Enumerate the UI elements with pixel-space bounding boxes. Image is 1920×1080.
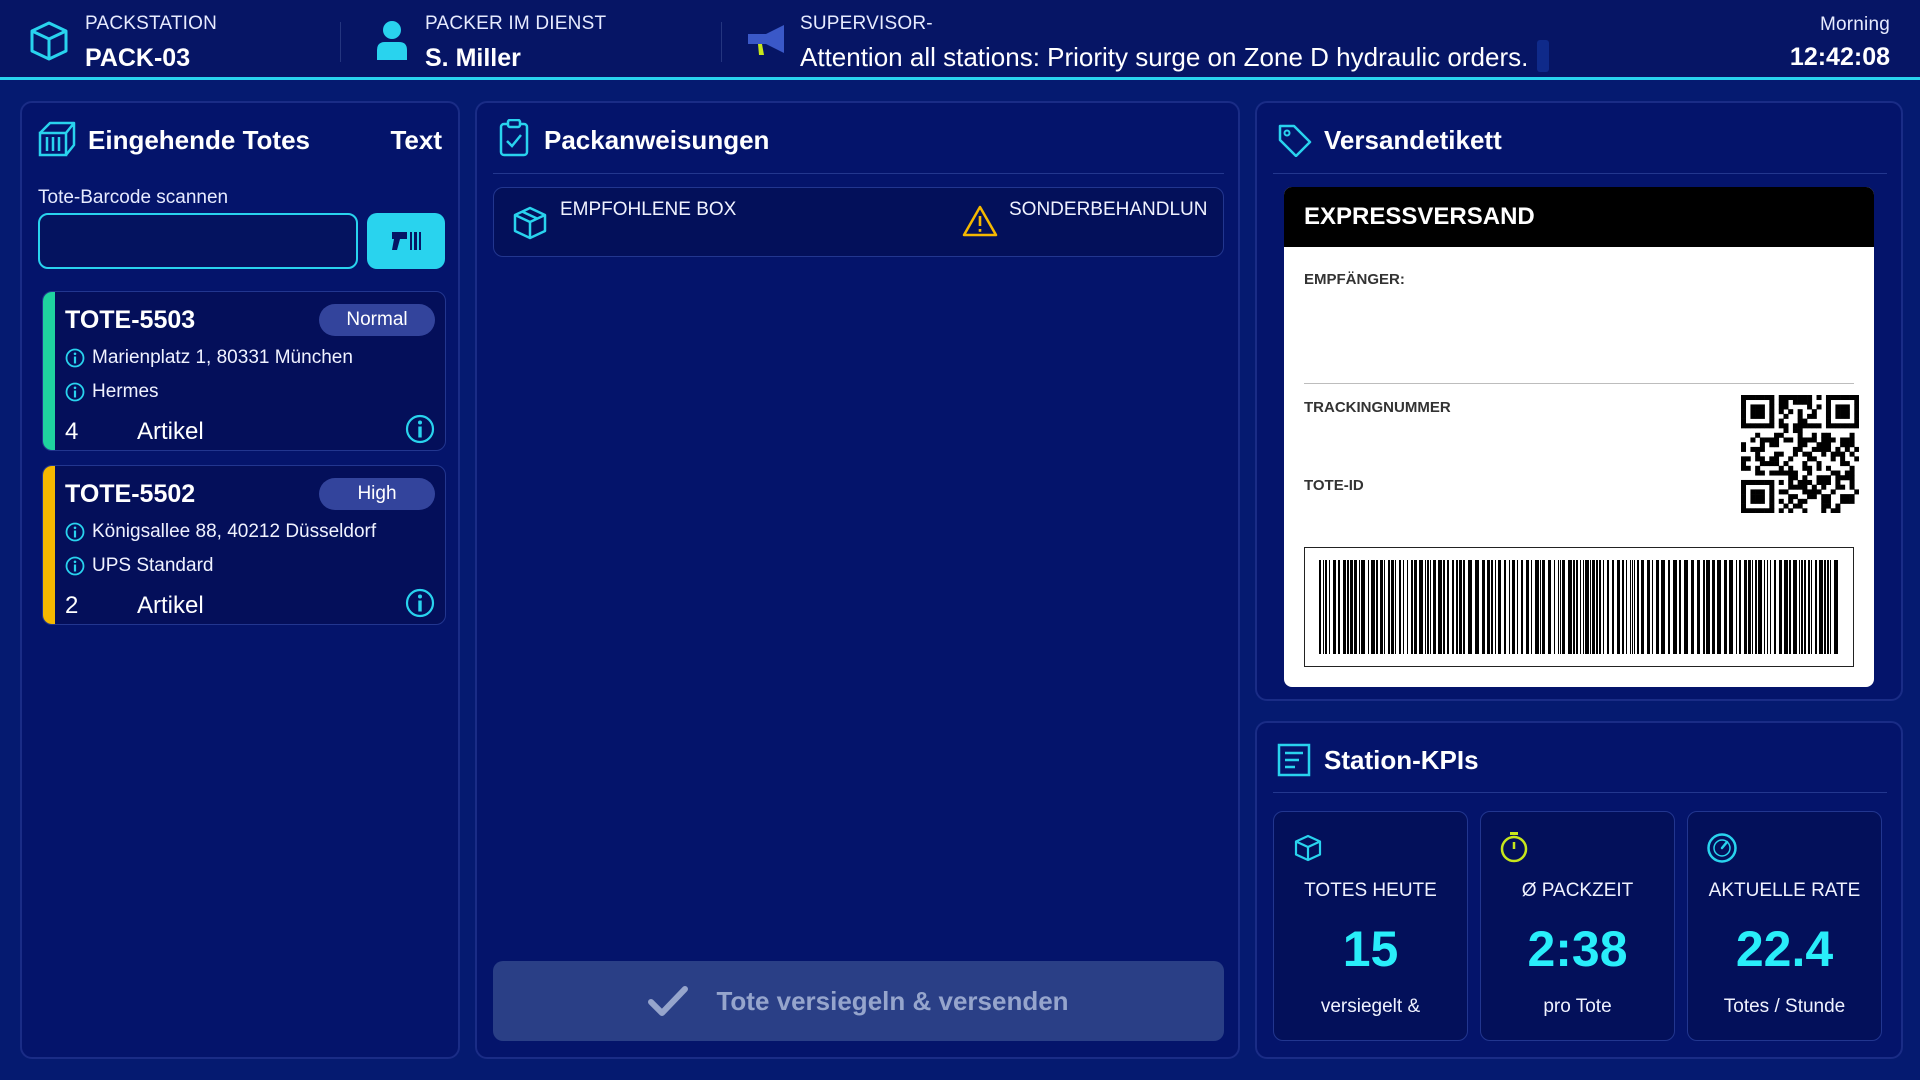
info-icon <box>65 348 85 368</box>
seal-button-label: Tote versiegeln & versenden <box>716 985 1069 1016</box>
tote-card[interactable]: TOTE-5502 High Königsallee 88, 40212 Düs… <box>42 465 446 625</box>
scan-label: Tote-Barcode scannen <box>38 187 229 208</box>
kpi-label: TOTES HEUTE <box>1304 880 1437 901</box>
kpi-value: 22.4 <box>1735 921 1834 977</box>
station-value: PACK-03 <box>85 44 191 72</box>
priority-stripe <box>43 466 55 624</box>
tote-carrier: UPS Standard <box>92 555 214 576</box>
priority-badge: Normal <box>319 304 435 336</box>
panel-title: Packanweisungen <box>544 125 770 155</box>
station-section: PACKSTATION PACK-03 <box>0 0 340 80</box>
qr-code <box>1741 395 1859 513</box>
supervisor-section: SUPERVISOR- Attention all stations: Prio… <box>722 0 1572 80</box>
item-unit: Artikel <box>137 592 204 619</box>
kpi-card-avg-pack-time: Ø PACKZEIT 2:38 pro Tote <box>1480 811 1675 1041</box>
seal-and-ship-button[interactable]: Tote versiegeln & versenden <box>493 961 1224 1041</box>
tote-id-field-label: TOTE-ID <box>1304 477 1364 494</box>
kpi-label: AKTUELLE RATE <box>1708 880 1861 901</box>
kpi-card-current-rate: AKTUELLE RATE 22.4 Totes / Stunde <box>1687 811 1882 1041</box>
megaphone-icon <box>748 25 784 55</box>
barcode-scanner-icon <box>392 232 421 250</box>
label-divider <box>1304 383 1854 384</box>
station-label: PACKSTATION <box>85 13 218 34</box>
scan-button[interactable] <box>367 213 445 269</box>
clipboard-check-icon <box>499 119 529 157</box>
station-kpis-panel: Station-KPIs TOTES HEUTE 15 versiegelt &… <box>1255 721 1903 1059</box>
checkmark-icon <box>648 986 689 1016</box>
box-icon <box>1294 834 1322 862</box>
tote-card[interactable]: TOTE-5503 Normal Marienplatz 1, 80331 Mü… <box>42 291 446 451</box>
info-icon <box>65 556 85 576</box>
tag-icon <box>1278 124 1312 157</box>
clock: 12:42:08 <box>1789 43 1890 71</box>
tote-id: TOTE-5503 <box>65 306 196 334</box>
top-bar: PACKSTATION PACK-03 PACKER IM DIENST S. … <box>0 0 1920 80</box>
stopwatch-icon <box>1500 832 1528 863</box>
incoming-totes-panel: Eingehende Totes Text Tote-Barcode scann… <box>20 101 460 1059</box>
box-icon <box>30 21 68 61</box>
label-header: EXPRESSVERSAND <box>1284 187 1874 247</box>
priority-badge: High <box>319 478 435 510</box>
item-count: 2 <box>65 592 79 619</box>
details-info-icon[interactable] <box>405 414 435 444</box>
recommended-box-label: EMPFOHLENE BOX <box>560 199 737 220</box>
shift-label: Morning <box>1819 14 1890 35</box>
item-unit: Artikel <box>137 418 204 445</box>
packer-label: PACKER IM DIENST <box>425 13 607 34</box>
gauge-icon <box>1707 833 1737 863</box>
special-handling-label: SONDERBEHANDLUN <box>1009 199 1208 220</box>
supervisor-label: SUPERVISOR- <box>800 13 933 34</box>
tote-address: Königsallee 88, 40212 Düsseldorf <box>92 521 377 542</box>
kpi-sub: versiegelt & <box>1320 996 1421 1017</box>
kpi-sub: pro Tote <box>1543 996 1612 1017</box>
panel-divider <box>1273 792 1887 793</box>
ticker-cursor <box>1537 40 1549 72</box>
panel-title: Eingehende Totes <box>88 125 310 155</box>
shipping-label-panel: Versandetikett EXPRESSVERSAND EMPFÄNGER:… <box>1255 101 1903 701</box>
info-icon <box>65 382 85 402</box>
panel-title-right: Text <box>390 125 442 155</box>
panel-title: Station-KPIs <box>1324 745 1479 775</box>
panel-divider <box>493 173 1224 174</box>
list-chart-icon <box>1277 743 1311 777</box>
panel-title: Versandetikett <box>1324 125 1502 155</box>
tote-address: Marienplatz 1, 80331 München <box>92 347 353 368</box>
user-icon <box>377 21 407 60</box>
details-info-icon[interactable] <box>405 588 435 618</box>
tote-carrier: Hermes <box>92 381 159 402</box>
shipping-label: EXPRESSVERSAND EMPFÄNGER: TRACKINGNUMMER… <box>1284 187 1874 687</box>
barcode-frame <box>1304 547 1854 667</box>
pack-instructions-panel: Packanweisungen EMPFOHLENE BOX SONDERBEH… <box>475 101 1240 1059</box>
warning-icon <box>962 205 998 237</box>
priority-stripe <box>43 292 55 450</box>
supervisor-message: Attention all stations: Priority surge o… <box>800 42 1529 72</box>
recipient-field-label: EMPFÄNGER: <box>1304 271 1405 288</box>
kpi-label: Ø PACKZEIT <box>1521 880 1634 901</box>
packer-section: PACKER IM DIENST S. Miller <box>341 0 721 80</box>
box-icon <box>513 206 547 240</box>
instruction-summary-card: EMPFOHLENE BOX SONDERBEHANDLUN <box>493 187 1224 257</box>
packer-value: S. Miller <box>425 44 521 72</box>
barcode <box>1319 560 1838 654</box>
kpi-value: 2:38 <box>1527 921 1628 977</box>
kpi-card-totes-today: TOTES HEUTE 15 versiegelt & <box>1273 811 1468 1041</box>
info-icon <box>65 522 85 542</box>
tote-barcode-input[interactable] <box>38 213 358 269</box>
item-count: 4 <box>65 418 79 445</box>
panel-divider <box>1273 173 1887 174</box>
kpi-sub: Totes / Stunde <box>1723 996 1846 1017</box>
kpi-value: 15 <box>1342 921 1399 977</box>
tote-crate-icon <box>38 121 76 157</box>
tracking-field-label: TRACKINGNUMMER <box>1304 399 1451 416</box>
tote-id: TOTE-5502 <box>65 480 196 508</box>
